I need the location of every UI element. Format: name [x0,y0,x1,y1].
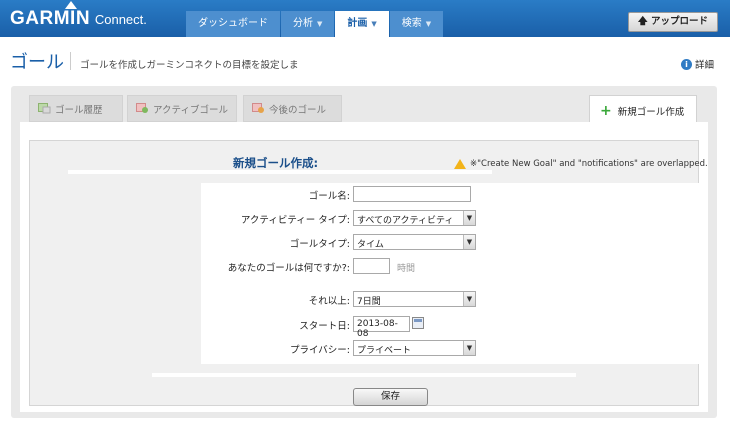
over-label: それ以上: [308,296,350,307]
chevron-down-icon: ▼ [425,20,432,28]
up-arrow-icon: 🡅 [637,16,648,27]
garmin-connect-logo[interactable]: GARMIN Connect. [10,1,147,30]
active-goal-icon [136,103,149,114]
nav-label: 計画 [347,18,368,29]
goal-amount-label: あなたのゴールは何ですか?: [227,263,350,274]
warning-text: ※"Create New Goal" and "notifications" a… [470,159,708,169]
goal-name-input[interactable] [353,186,471,202]
chevron-down-icon: ▼ [463,341,475,355]
tab-goal-history[interactable]: ゴール履歴 [29,95,123,122]
start-date-input[interactable]: 2013-08-08 [353,316,410,339]
tab-label: 新規ゴール作成 [617,106,685,118]
tab-upcoming-goals[interactable]: 今後のゴール [243,95,342,122]
nav-label: 分析 [293,18,313,29]
tab-create-goal[interactable]: + 新規ゴール作成 [589,95,697,125]
over-row: それ以上: 7日間 ▼ [201,291,701,309]
goal-tabs-container: ゴール履歴 アクティブゴール 今後のゴール + 新規ゴール作成 新規ゴール作成:… [11,86,717,418]
tab-label: 今後のゴール [269,104,327,116]
plus-icon: + [600,102,612,119]
goal-amount-row: あなたのゴールは何ですか?: 時間 [201,258,701,276]
chevron-down-icon: ▼ [371,20,377,28]
divider [152,373,576,377]
goal-amount-unit: 時間 [397,264,416,274]
main-nav: ダッシュボード 分析 ▼ 計画 ▼ 検索 ▼ [186,11,444,37]
goal-name-label: ゴール名: [308,191,350,202]
privacy-label: プライバシー: [289,345,350,356]
upload-button[interactable]: 🡅 アップロード [627,12,718,32]
title-divider [70,52,71,70]
detail-link[interactable]: i 詳細 [680,57,714,71]
page-title: ゴール [10,52,64,72]
goal-type-row: ゴールタイプ: タイム ▼ [201,234,701,252]
goal-type-label: ゴールタイプ: [289,239,350,250]
logo-triangle-icon [65,1,77,9]
activity-type-select[interactable]: すべてのアクティビティ ▼ [353,210,476,226]
create-goal-form: 新規ゴール作成: ※"Create New Goal" and "notific… [29,140,708,406]
goal-amount-input[interactable] [353,258,390,274]
save-button[interactable]: 保存 [353,388,428,406]
start-date-label: スタート日: [299,321,350,332]
tab-active-goals[interactable]: アクティブゴール [127,95,237,122]
tab-label: ゴール履歴 [55,104,103,116]
tab-panel: 新規ゴール作成: ※"Create New Goal" and "notific… [20,122,708,412]
over-value: 7日間 [357,297,381,307]
activity-type-label: アクティビティー タイプ: [240,215,350,226]
detail-label: 詳細 [694,60,714,71]
info-icon: i [680,58,692,70]
nav-label: 検索 [401,18,422,29]
nav-search[interactable]: 検索 ▼ [389,11,444,37]
nav-dashboard[interactable]: ダッシュボード [186,11,280,37]
top-bar: GARMIN Connect. ダッシュボード 分析 ▼ 計画 ▼ 検索 ▼ 🡅 アッ… [0,0,730,37]
activity-type-row: アクティビティー タイプ: すべてのアクティビティ ▼ [201,210,701,228]
upload-label: アップロード [650,16,708,27]
warning-icon [454,159,466,169]
nav-plan[interactable]: 計画 ▼ [335,11,389,37]
privacy-row: プライバシー: プライベート ▼ [201,340,701,358]
nav-analysis[interactable]: 分析 ▼ [281,11,335,37]
form-fields: ゴール名: アクティビティー タイプ: すべてのアクティビティ ▼ ゴールタイプ… [201,183,701,364]
over-select[interactable]: 7日間 ▼ [353,291,476,307]
goal-type-select[interactable]: タイム ▼ [353,234,476,250]
privacy-value: プライベート [357,346,412,356]
nav-label: ダッシュボード [198,18,268,29]
overlap-warning: ※"Create New Goal" and "notifications" a… [454,159,708,169]
calendar-icon[interactable] [412,317,424,329]
chevron-down-icon: ▼ [317,20,323,28]
form-title: 新規ゴール作成: [233,156,319,170]
upcoming-goal-icon [252,103,265,114]
chevron-down-icon: ▼ [463,235,475,249]
product-text: Connect. [94,12,147,27]
tab-label: アクティブゴール [153,104,228,116]
chevron-down-icon: ▼ [463,292,475,306]
goal-history-icon [38,103,51,114]
goal-name-row: ゴール名: [201,186,701,204]
activity-type-value: すべてのアクティビティ [357,216,454,226]
start-date-row: スタート日: 2013-08-08 [201,316,701,339]
divider [68,170,492,174]
chevron-down-icon: ▼ [463,211,475,225]
privacy-select[interactable]: プライベート ▼ [353,340,476,356]
goal-type-value: タイム [357,240,384,250]
brand-text: GARMIN [10,8,91,29]
page-description: ゴールを作成しガーミンコネクトの目標を設定しま [80,60,299,71]
